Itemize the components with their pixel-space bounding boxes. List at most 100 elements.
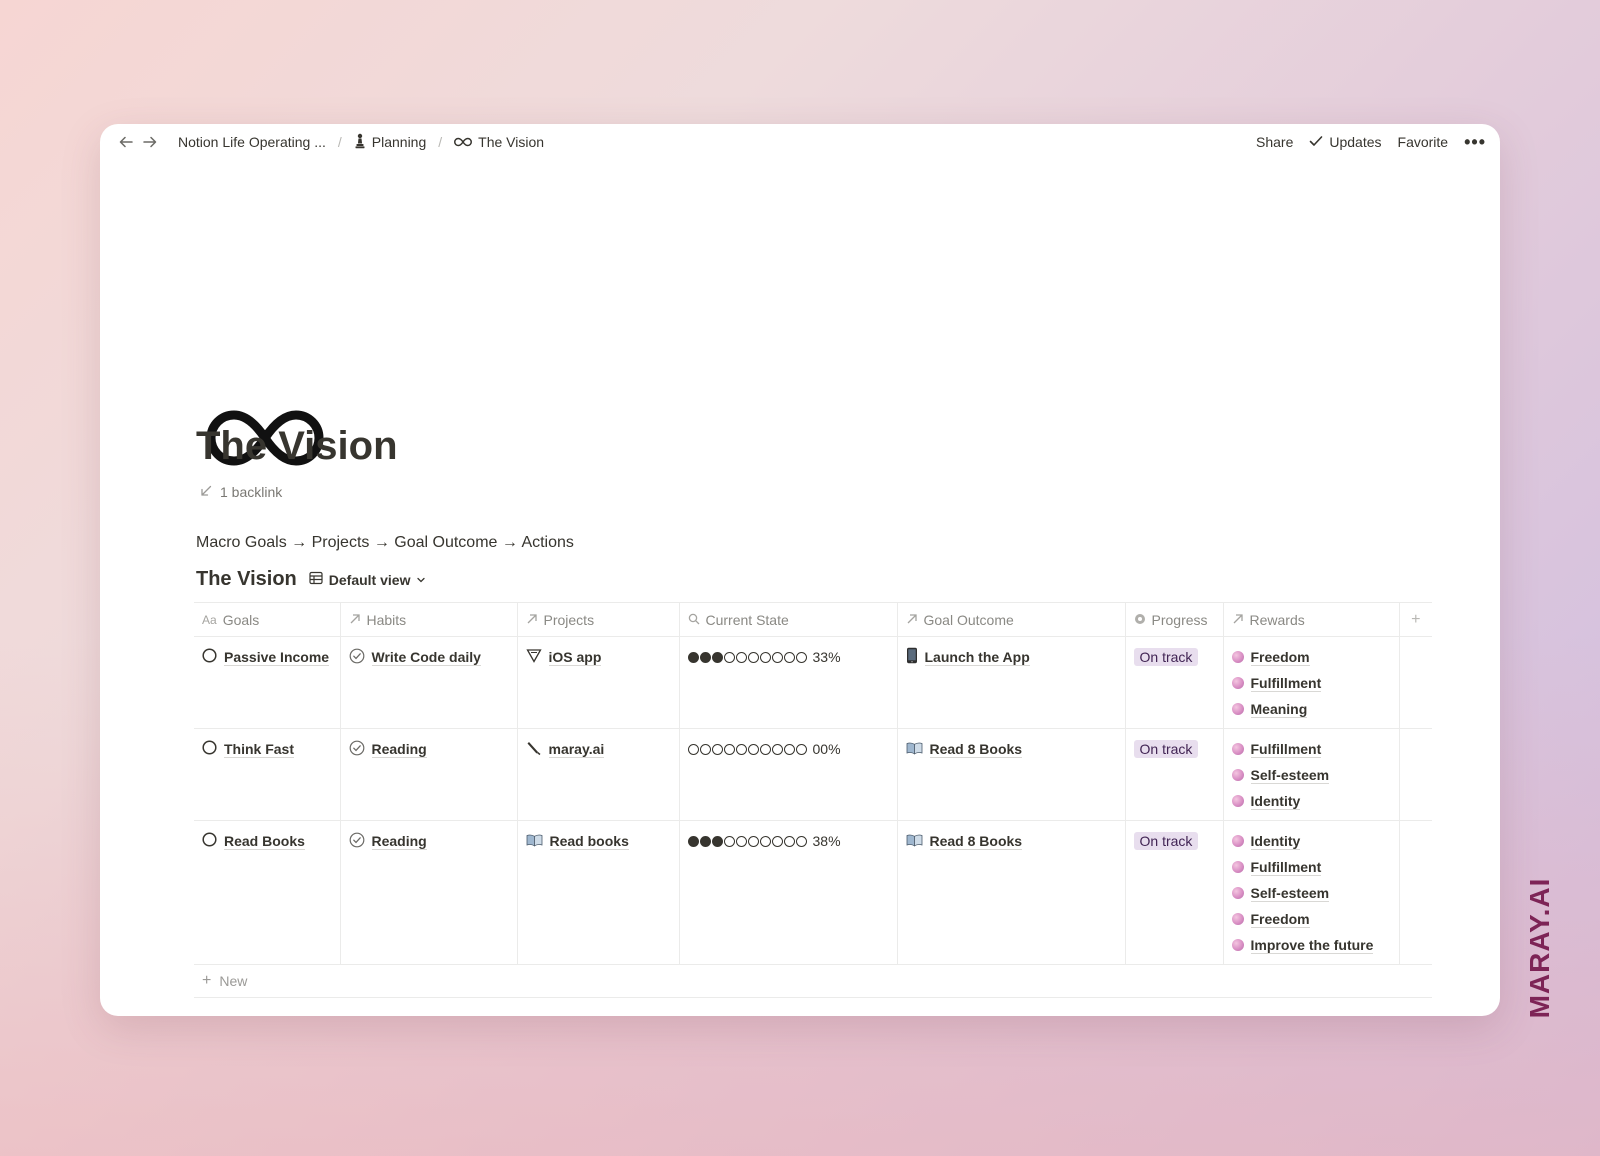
cell-rewards[interactable]: Fulfillment Self-esteem Identity [1222, 728, 1399, 821]
column-header-current-state[interactable]: Current State [678, 602, 897, 637]
backlink-button[interactable]: 1 backlink [200, 484, 282, 500]
cell-habit[interactable]: Write Code daily [339, 636, 517, 729]
more-options-icon[interactable]: ••• [1464, 132, 1486, 153]
reward-item[interactable]: Fulfillment [1231, 854, 1391, 880]
cell-habit[interactable]: Reading [339, 820, 517, 965]
reward-label: Fulfillment [1250, 858, 1322, 876]
cell-progress[interactable]: On track [1124, 728, 1223, 821]
cell-project[interactable]: Read books [516, 820, 679, 965]
progress-dot [759, 835, 771, 847]
pink-ball-icon [1231, 835, 1244, 847]
watermark: MARAY.AI [1524, 878, 1555, 1019]
column-header-projects[interactable]: Projects [516, 602, 679, 637]
cell-goal-outcome[interactable]: Read 8 Books [896, 820, 1125, 965]
text-aa-icon: Aa [202, 612, 217, 627]
reward-label: Fulfillment [1250, 740, 1322, 758]
column-header-goal-outcome[interactable]: Goal Outcome [896, 602, 1125, 637]
progress-dot [723, 835, 735, 847]
cell-rewards[interactable]: Freedom Fulfillment Meaning [1222, 636, 1399, 729]
check-circle-icon [349, 740, 365, 759]
cell-current-state[interactable]: 38% [678, 820, 897, 965]
favorite-label: Favorite [1397, 134, 1449, 150]
progress-dot [699, 835, 711, 847]
back-arrow-icon[interactable] [114, 130, 138, 154]
table-row[interactable]: Read Books Reading Read books 38% Read 8 Boo… [194, 820, 1432, 965]
reward-item[interactable]: Meaning [1231, 696, 1391, 722]
progress-dot [735, 743, 747, 755]
add-new-row-button[interactable]: + New [194, 965, 1432, 998]
column-label: Rewards [1249, 611, 1305, 628]
cell-empty[interactable] [1398, 820, 1432, 965]
book-icon [906, 833, 923, 850]
breadcrumb-separator: / [337, 134, 342, 150]
table-body: Passive Income Write Code daily iOS app 33%… [194, 636, 1432, 965]
cell-habit[interactable]: Reading [339, 728, 517, 821]
progress-dot [759, 743, 771, 755]
cell-project[interactable]: iOS app [516, 636, 679, 729]
cell-progress[interactable]: On track [1124, 636, 1223, 729]
state-percent: 00% [812, 741, 841, 757]
reward-item[interactable]: Fulfillment [1231, 736, 1391, 762]
goal-label: Read Books [224, 832, 305, 850]
page-title[interactable]: The Vision [196, 424, 398, 469]
cell-goal[interactable]: Think Fast [194, 728, 340, 821]
pen-icon [526, 740, 542, 759]
cell-goal[interactable]: Passive Income [194, 636, 340, 729]
column-header-goals[interactable]: Aa Goals [194, 602, 340, 637]
cell-goal-outcome[interactable]: Read 8 Books [896, 728, 1125, 821]
cell-rewards[interactable]: Identity Fulfillment Self-esteem Freedom Imp… [1222, 820, 1399, 965]
table-row[interactable]: Think Fast Reading maray.ai 00% Read 8 Books… [194, 728, 1432, 821]
reward-item[interactable]: Freedom [1231, 644, 1391, 670]
pink-ball-icon [1231, 677, 1244, 689]
column-label: Habits [366, 611, 407, 628]
reward-item[interactable]: Identity [1231, 828, 1391, 854]
progress-dot [711, 651, 723, 663]
table-row[interactable]: Passive Income Write Code daily iOS app 33%… [194, 636, 1432, 729]
cell-project[interactable]: maray.ai [516, 728, 679, 821]
cell-goal[interactable]: Read Books [194, 820, 340, 965]
progress-dot [723, 743, 735, 755]
relation-arrow-icon [349, 612, 361, 628]
share-button[interactable]: Share [1256, 134, 1293, 150]
backlink-label: 1 backlink [220, 484, 283, 500]
reward-item[interactable]: Fulfillment [1231, 670, 1391, 696]
column-header-habits[interactable]: Habits [339, 602, 517, 637]
relation-arrow-icon [526, 612, 538, 628]
reward-item[interactable]: Freedom [1231, 906, 1391, 932]
progress-dot [747, 835, 759, 847]
add-column-button[interactable]: + [1398, 602, 1432, 637]
forward-arrow-icon[interactable] [138, 130, 162, 154]
habit-label: Reading [371, 740, 427, 758]
outcome-label: Read 8 Books [929, 740, 1023, 758]
progress-dot [783, 651, 795, 663]
favorite-button[interactable]: Favorite [1398, 134, 1449, 150]
progress-dot [795, 651, 807, 663]
breadcrumb-item-vision[interactable]: The Vision [450, 132, 548, 152]
updates-label: Updates [1329, 134, 1382, 150]
cell-current-state[interactable]: 33% [678, 636, 897, 729]
progress-dot [687, 743, 699, 755]
breadcrumb-item-root[interactable]: Notion Life Operating ... [174, 132, 330, 152]
progress-dot [735, 835, 747, 847]
reward-item[interactable]: Self-esteem [1231, 762, 1391, 788]
database-title[interactable]: The Vision [196, 568, 297, 591]
progress-dot [723, 651, 735, 663]
cell-progress[interactable]: On track [1124, 820, 1223, 965]
habit-label: Write Code daily [371, 648, 481, 666]
reward-item[interactable]: Improve the future [1231, 932, 1391, 958]
reward-item[interactable]: Self-esteem [1231, 880, 1391, 906]
top-bar: Notion Life Operating ... / Planning / T… [100, 124, 1500, 160]
cell-goal-outcome[interactable]: Launch the App [896, 636, 1125, 729]
column-header-progress[interactable]: Progress [1124, 602, 1223, 637]
reward-item[interactable]: Identity [1231, 788, 1391, 814]
updates-button[interactable]: Updates [1309, 134, 1382, 150]
view-selector[interactable]: Default view [309, 571, 427, 588]
column-header-rewards[interactable]: Rewards [1222, 602, 1399, 637]
progress-dot [771, 743, 783, 755]
breadcrumb-item-planning[interactable]: Planning [350, 131, 431, 154]
cell-current-state[interactable]: 00% [678, 728, 897, 821]
cell-empty[interactable] [1398, 636, 1432, 729]
book-icon [526, 833, 543, 850]
cell-empty[interactable] [1398, 728, 1432, 821]
chevron-down-icon [416, 572, 426, 588]
